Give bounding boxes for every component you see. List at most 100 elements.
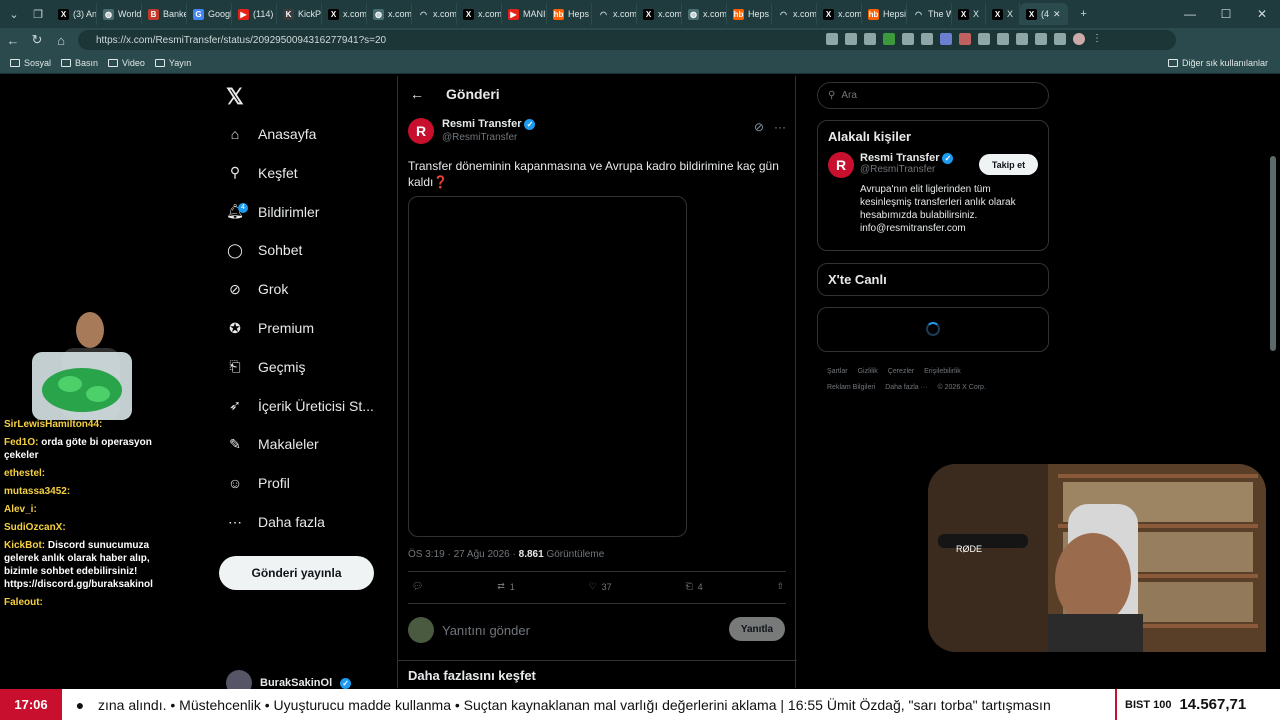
reload-icon[interactable]: ↻ bbox=[26, 29, 48, 51]
browser-tab[interactable]: K KickPe bbox=[277, 3, 322, 25]
nav-item[interactable]: ☺ Profil bbox=[226, 468, 290, 498]
nav-item[interactable]: ◯ Sohbet bbox=[226, 235, 302, 265]
more-options-icon[interactable]: ··· bbox=[774, 120, 786, 134]
reply-button[interactable]: Yanıtla bbox=[729, 617, 785, 641]
nav-item[interactable]: ⚲ Keşfet bbox=[226, 158, 298, 188]
nav-item[interactable]: ⊘ Grok bbox=[226, 274, 288, 304]
browser-tab[interactable]: X (4 ✕ bbox=[1020, 3, 1068, 25]
reply-action[interactable]: 💬︎ bbox=[412, 581, 423, 592]
extension-icon[interactable] bbox=[978, 33, 990, 45]
footer-link[interactable]: Gizlilik bbox=[858, 368, 878, 375]
back-icon[interactable]: ← bbox=[2, 29, 24, 51]
author-handle[interactable]: @ResmiTransfer bbox=[442, 132, 535, 143]
nav-item[interactable]: ⌂ Anasayfa bbox=[226, 119, 317, 149]
x-logo-icon[interactable]: 𝕏 bbox=[226, 84, 244, 110]
nav-item[interactable]: ✪ Premium bbox=[226, 313, 314, 343]
extension-icon[interactable] bbox=[1035, 33, 1047, 45]
browser-tab[interactable]: hb Hepsi bbox=[862, 3, 907, 25]
minimize-icon[interactable]: — bbox=[1172, 0, 1208, 28]
nav-item[interactable]: ✎ Makaleler bbox=[226, 429, 319, 459]
browser-tab[interactable]: ▶ (114) bbox=[232, 3, 277, 25]
close-tab-icon[interactable]: ✕ bbox=[1053, 9, 1061, 20]
browser-tab[interactable]: hb Heps bbox=[727, 3, 772, 25]
reply-input[interactable]: Yanıtını gönder bbox=[442, 623, 530, 638]
bookmark-action[interactable]: ⎗ 4 bbox=[685, 581, 702, 592]
post-button[interactable]: Gönderi yayınla bbox=[219, 556, 374, 590]
browser-tab[interactable]: ◠ x.com bbox=[412, 3, 457, 25]
browser-tab[interactable]: Xx.com bbox=[322, 3, 367, 25]
footer-link[interactable]: Erişilebilirlik bbox=[924, 368, 961, 375]
workspaces-icon[interactable]: ❐ bbox=[28, 4, 48, 24]
footer-link[interactable]: Çerezler bbox=[888, 368, 914, 375]
footer-link[interactable]: Şartlar bbox=[827, 368, 848, 375]
nav-item[interactable]: ⋯ Daha fazla bbox=[226, 507, 325, 537]
extension-icon[interactable] bbox=[921, 33, 933, 45]
footer-link[interactable]: Daha fazla ··· bbox=[885, 384, 927, 391]
retweet-action[interactable]: ⇄ 1 bbox=[497, 581, 515, 592]
share-action[interactable]: ⇧ bbox=[776, 581, 784, 592]
browser-tab[interactable]: B Banke bbox=[142, 3, 187, 25]
person-avatar[interactable]: R bbox=[828, 152, 854, 178]
extension-icon[interactable] bbox=[959, 33, 971, 45]
follow-button[interactable]: Takip et bbox=[979, 154, 1038, 175]
puzzle-icon[interactable] bbox=[997, 33, 1009, 45]
footer-link[interactable]: Reklam Bilgileri bbox=[827, 384, 875, 391]
sidebar-icon[interactable] bbox=[1016, 33, 1028, 45]
tab-list-icon[interactable]: ⌄ bbox=[4, 4, 24, 24]
tweet-media[interactable] bbox=[408, 196, 687, 537]
author-name-row[interactable]: Resmi Transfer ✓ bbox=[442, 118, 536, 130]
home-icon: ⌂ bbox=[230, 126, 240, 142]
extension-icon[interactable] bbox=[1054, 33, 1066, 45]
reply-icon: 💬︎ bbox=[412, 581, 424, 591]
close-window-icon[interactable]: ✕ bbox=[1244, 0, 1280, 28]
browser-tab[interactable]: ◠ x.com bbox=[592, 3, 637, 25]
chat-username: KickBot: bbox=[4, 540, 46, 551]
search-input[interactable]: ⚲ Ara bbox=[817, 82, 1049, 109]
youtube-icon: ▶ bbox=[238, 8, 249, 20]
nav-item[interactable]: 🔔︎ 4 Bildirimler bbox=[226, 197, 319, 227]
browser-tab[interactable]: Xx.com bbox=[637, 3, 682, 25]
person-row[interactable]: R Resmi Transfer ✓ @ResmiTransfer Takip … bbox=[818, 152, 1048, 178]
like-action[interactable]: ♡ 37 bbox=[589, 581, 612, 592]
bookmark-folder[interactable]: Sosyal bbox=[10, 58, 51, 68]
browser-tab[interactable]: ◠ The W bbox=[907, 3, 952, 25]
scrollbar[interactable] bbox=[1270, 156, 1276, 351]
maximize-icon[interactable]: ☐ bbox=[1208, 0, 1244, 28]
bookmark-folder[interactable]: Basın bbox=[61, 58, 98, 68]
profile-avatar-icon[interactable] bbox=[1073, 33, 1085, 45]
extension-icon[interactable] bbox=[883, 33, 895, 45]
bookmark-folder[interactable]: Video bbox=[108, 58, 145, 68]
extension-icon[interactable] bbox=[845, 33, 857, 45]
author-avatar[interactable]: R bbox=[408, 118, 434, 144]
browser-tab[interactable]: ◍ World bbox=[97, 3, 142, 25]
new-tab-icon[interactable]: + bbox=[1074, 4, 1094, 24]
browser-tab[interactable]: Xx.com bbox=[817, 3, 862, 25]
grok-icon[interactable]: ⊘ bbox=[754, 120, 764, 134]
nav-item[interactable]: ⎗ Geçmiş bbox=[226, 352, 305, 382]
browser-tab[interactable]: ▶ MANI bbox=[502, 3, 547, 25]
ticker-time: 17:06 bbox=[0, 689, 62, 720]
back-arrow-icon[interactable]: ← bbox=[410, 86, 424, 102]
extension-icon[interactable] bbox=[902, 33, 914, 45]
browser-tab[interactable]: ◍ x.com bbox=[367, 3, 412, 25]
other-bookmarks[interactable]: Diğer sık kullanılanlar bbox=[1167, 58, 1268, 68]
tab-label: (114) bbox=[253, 9, 274, 19]
extension-icon[interactable] bbox=[940, 33, 952, 45]
nav-item[interactable]: ➶ İçerik Üreticisi St... bbox=[226, 391, 374, 421]
browser-tab[interactable]: G Googl bbox=[187, 3, 232, 25]
browser-tab[interactable]: X (3) An bbox=[52, 3, 97, 25]
globe-icon: ◍ bbox=[373, 8, 384, 20]
browser-tab[interactable]: XX bbox=[952, 3, 987, 25]
bookmark-folder[interactable]: Yayın bbox=[154, 58, 191, 68]
browser-tab[interactable]: ◍ x.com bbox=[682, 3, 727, 25]
tweet-time[interactable]: ÖS 3:19 · 27 Ağu 2026 · bbox=[408, 549, 519, 560]
star-icon[interactable] bbox=[864, 33, 876, 45]
browser-tab[interactable]: hb Heps bbox=[547, 3, 592, 25]
browser-tab-bar: ⌄ ❐ X (3) An ◍ World B Banke G Googl ▶ (114) K Kick… bbox=[0, 0, 1280, 28]
extension-icon[interactable] bbox=[826, 33, 838, 45]
menu-dots-icon[interactable]: ⋮ bbox=[1092, 33, 1104, 45]
browser-tab[interactable]: Xx.com bbox=[457, 3, 502, 25]
home-browser-icon[interactable]: ⌂ bbox=[50, 29, 72, 51]
browser-tab[interactable]: XX bbox=[986, 3, 1021, 25]
browser-tab[interactable]: ◠ x.com bbox=[772, 3, 817, 25]
